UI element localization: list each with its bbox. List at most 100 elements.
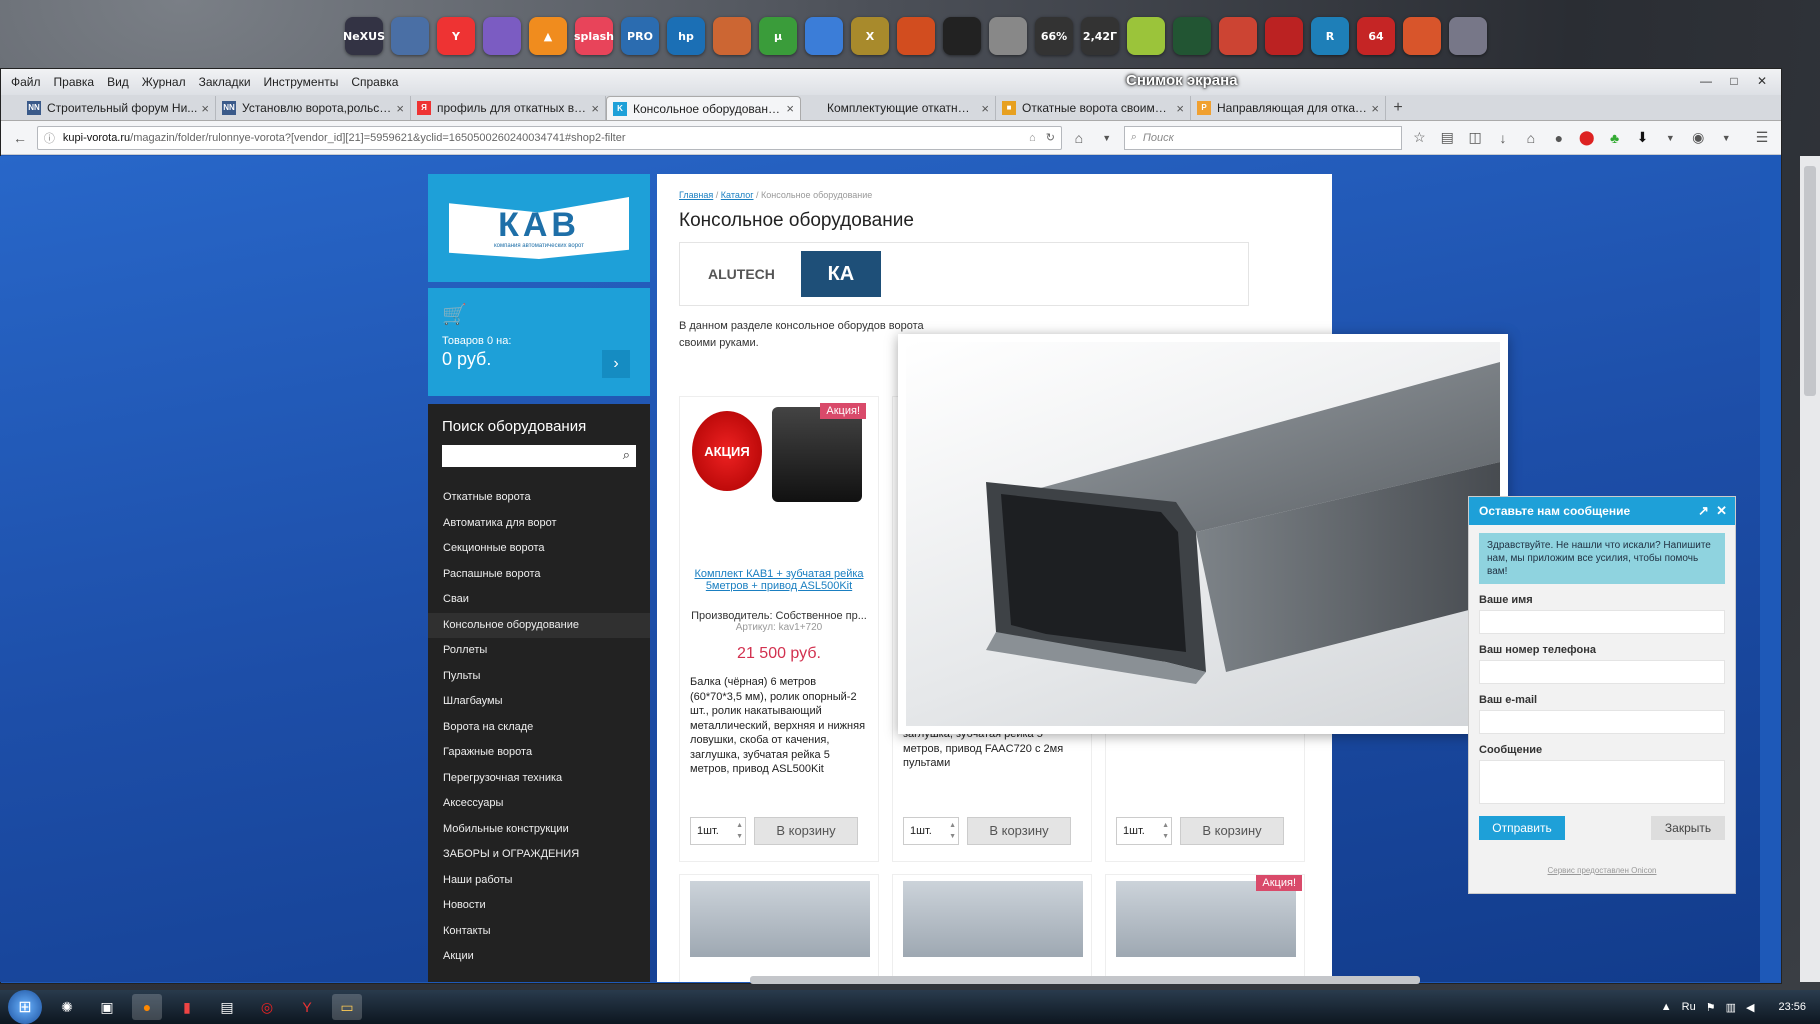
tray-expand-icon[interactable]: ▲ bbox=[1661, 1001, 1672, 1013]
quantity-stepper[interactable]: 1шт. ▲ ▼ bbox=[1116, 817, 1172, 845]
privacy-icon[interactable]: ◉ bbox=[1687, 127, 1709, 149]
stepper-arrows-icon[interactable]: ▲ ▼ bbox=[949, 820, 956, 842]
product-image[interactable] bbox=[690, 881, 870, 957]
firefox-old-icon[interactable] bbox=[897, 17, 935, 55]
browser-tab[interactable]: NN Установлю ворота,рольст... × bbox=[216, 96, 411, 120]
flag-icon[interactable]: ⚑ bbox=[1706, 1001, 1716, 1014]
volume-icon[interactable]: ◀ bbox=[1746, 1001, 1754, 1014]
menu-history[interactable]: Журнал bbox=[142, 75, 186, 89]
home-star-icon[interactable]: ⌂ bbox=[1029, 132, 1036, 144]
message-field[interactable] bbox=[1479, 760, 1725, 804]
catalog-item[interactable]: Сваи bbox=[428, 587, 650, 613]
menu-view[interactable]: Вид bbox=[107, 75, 129, 89]
yandex-doc-icon[interactable]: ▮ bbox=[172, 994, 202, 1020]
browser-tab[interactable]: NN Строительный форум Ни... × bbox=[21, 96, 216, 120]
recycle-bin-icon[interactable] bbox=[1449, 17, 1487, 55]
site-logo[interactable]: КАВ компания автоматических ворот bbox=[428, 174, 650, 282]
catalog-item[interactable]: Пульты bbox=[428, 664, 650, 690]
home-icon[interactable]: ⌂ bbox=[1068, 127, 1090, 149]
catalog-item[interactable]: ЗАБОРЫ и ОГРАЖДЕНИЯ bbox=[428, 842, 650, 868]
opera-icon[interactable]: ◎ bbox=[252, 994, 282, 1020]
add-to-cart-button[interactable]: В корзину bbox=[754, 817, 858, 845]
folder-icon[interactable]: ▭ bbox=[332, 994, 362, 1020]
cart-arrow-button[interactable]: › bbox=[602, 350, 630, 378]
tab-close-icon[interactable]: × bbox=[786, 101, 794, 116]
address-bar[interactable]: ⓘ kupi-vorota.ru/magazin/folder/rulonnye… bbox=[36, 125, 1062, 150]
opera-alt-icon[interactable] bbox=[1265, 17, 1303, 55]
chat-footer-link[interactable]: Сервис предоставлен Onicon bbox=[1469, 866, 1735, 875]
product-card[interactable]: Акция! bbox=[1105, 874, 1305, 982]
video-pro-icon[interactable]: PRO bbox=[621, 17, 659, 55]
scroll-thumb[interactable] bbox=[1804, 166, 1816, 396]
close-icon[interactable]: ✕ bbox=[1749, 72, 1775, 90]
menu-help[interactable]: Справка bbox=[351, 75, 398, 89]
visualstudio-icon[interactable] bbox=[483, 17, 521, 55]
explorer-icon[interactable]: ▣ bbox=[92, 994, 122, 1020]
catalog-item[interactable]: Роллеты bbox=[428, 638, 650, 664]
start-button[interactable]: ⊞ bbox=[8, 990, 42, 1024]
back-icon[interactable]: ← bbox=[9, 127, 31, 149]
product-image[interactable]: АКЦИЯ Акция! bbox=[690, 403, 868, 508]
catalog-item[interactable]: Распашные ворота bbox=[428, 562, 650, 588]
disc-icon[interactable] bbox=[989, 17, 1027, 55]
product-image[interactable] bbox=[1116, 881, 1296, 957]
breadcrumb-home[interactable]: Главная bbox=[679, 190, 713, 200]
display-icon[interactable] bbox=[1173, 17, 1211, 55]
horizontal-scrollbar[interactable] bbox=[750, 976, 1420, 984]
browser-tab[interactable]: Япрофиль для откатных во... × bbox=[411, 96, 606, 120]
product-image[interactable] bbox=[903, 881, 1083, 957]
menu-edit[interactable]: Правка bbox=[54, 75, 95, 89]
catalog-item[interactable]: Акции bbox=[428, 944, 650, 970]
catalog-item[interactable]: Откатные ворота bbox=[428, 485, 650, 511]
notepad-icon[interactable]: ▤ bbox=[212, 994, 242, 1020]
language-indicator[interactable]: Ru bbox=[1682, 1001, 1696, 1013]
catalog-item[interactable]: Аксессуары bbox=[428, 791, 650, 817]
tab-close-icon[interactable]: × bbox=[201, 101, 209, 116]
catalog-item[interactable]: Секционные ворота bbox=[428, 536, 650, 562]
browser-tab[interactable]: ■ Откатные ворота своими ... × bbox=[996, 96, 1191, 120]
minimize-icon[interactable]: — bbox=[1693, 72, 1719, 90]
chat-bubble-icon[interactable]: ● bbox=[1548, 127, 1570, 149]
close-button[interactable]: Закрыть bbox=[1651, 816, 1725, 840]
info-icon[interactable]: ⓘ bbox=[44, 130, 55, 146]
extension-icon[interactable]: ♣ bbox=[1604, 127, 1626, 149]
hamburger-menu-icon[interactable]: ☰ bbox=[1751, 127, 1773, 149]
search-icon[interactable]: ⌕ bbox=[623, 447, 630, 463]
xenu-icon[interactable]: X bbox=[851, 17, 889, 55]
menu-tools[interactable]: Инструменты bbox=[264, 75, 339, 89]
catalog-item[interactable]: Перегрузочная техника bbox=[428, 766, 650, 792]
close-icon[interactable]: ✕ bbox=[1716, 503, 1727, 518]
adblock-icon[interactable]: ⬤ bbox=[1576, 127, 1598, 149]
tab-close-icon[interactable]: × bbox=[396, 101, 404, 116]
icq-icon[interactable] bbox=[1127, 17, 1165, 55]
quantity-stepper[interactable]: 1шт. ▲ ▼ bbox=[903, 817, 959, 845]
catalog-item[interactable]: Ворота на складе bbox=[428, 715, 650, 741]
download-icon[interactable]: ↓ bbox=[1492, 127, 1514, 149]
network-icon[interactable]: ▥ bbox=[1726, 1001, 1736, 1014]
browser-tab[interactable]: Комплектующие откатных во... × bbox=[801, 96, 996, 120]
bookmark-star-icon[interactable]: ☆ bbox=[1408, 127, 1430, 149]
catalog-item[interactable]: Новости bbox=[428, 893, 650, 919]
phone-field[interactable] bbox=[1479, 660, 1725, 684]
reload-icon[interactable]: ↻ bbox=[1046, 131, 1055, 144]
dropdown-icon[interactable]: ▼ bbox=[1096, 127, 1118, 149]
product-name-link[interactable]: Комплект КАВ1 + зубчатая рейка 5метров +… bbox=[690, 568, 868, 598]
clock[interactable]: 23:56 bbox=[1778, 1001, 1806, 1013]
catalog-item[interactable]: Наши работы bbox=[428, 868, 650, 894]
send-button[interactable]: Отправить bbox=[1479, 816, 1565, 840]
firefox-icon[interactable]: ● bbox=[132, 994, 162, 1020]
catalog-item[interactable]: Гаражные ворота bbox=[428, 740, 650, 766]
catalog-item[interactable]: Консольное оборудование bbox=[428, 612, 650, 638]
pocket-icon[interactable]: ◫ bbox=[1464, 127, 1486, 149]
paint-icon[interactable] bbox=[1219, 17, 1257, 55]
stepper-arrows-icon[interactable]: ▲ ▼ bbox=[736, 820, 743, 842]
catalog-item[interactable]: Автоматика для ворот bbox=[428, 511, 650, 537]
product-card[interactable] bbox=[892, 874, 1092, 982]
windows-icon[interactable] bbox=[805, 17, 843, 55]
monitor-icon[interactable] bbox=[391, 17, 429, 55]
nexus-icon[interactable]: NeXUS bbox=[343, 17, 385, 55]
browser-tab[interactable]: K Консольное оборудовани... × bbox=[606, 96, 801, 120]
clock-icon[interactable] bbox=[943, 17, 981, 55]
stepper-arrows-icon[interactable]: ▲ ▼ bbox=[1162, 820, 1169, 842]
brand-kab[interactable]: КА bbox=[800, 251, 881, 297]
